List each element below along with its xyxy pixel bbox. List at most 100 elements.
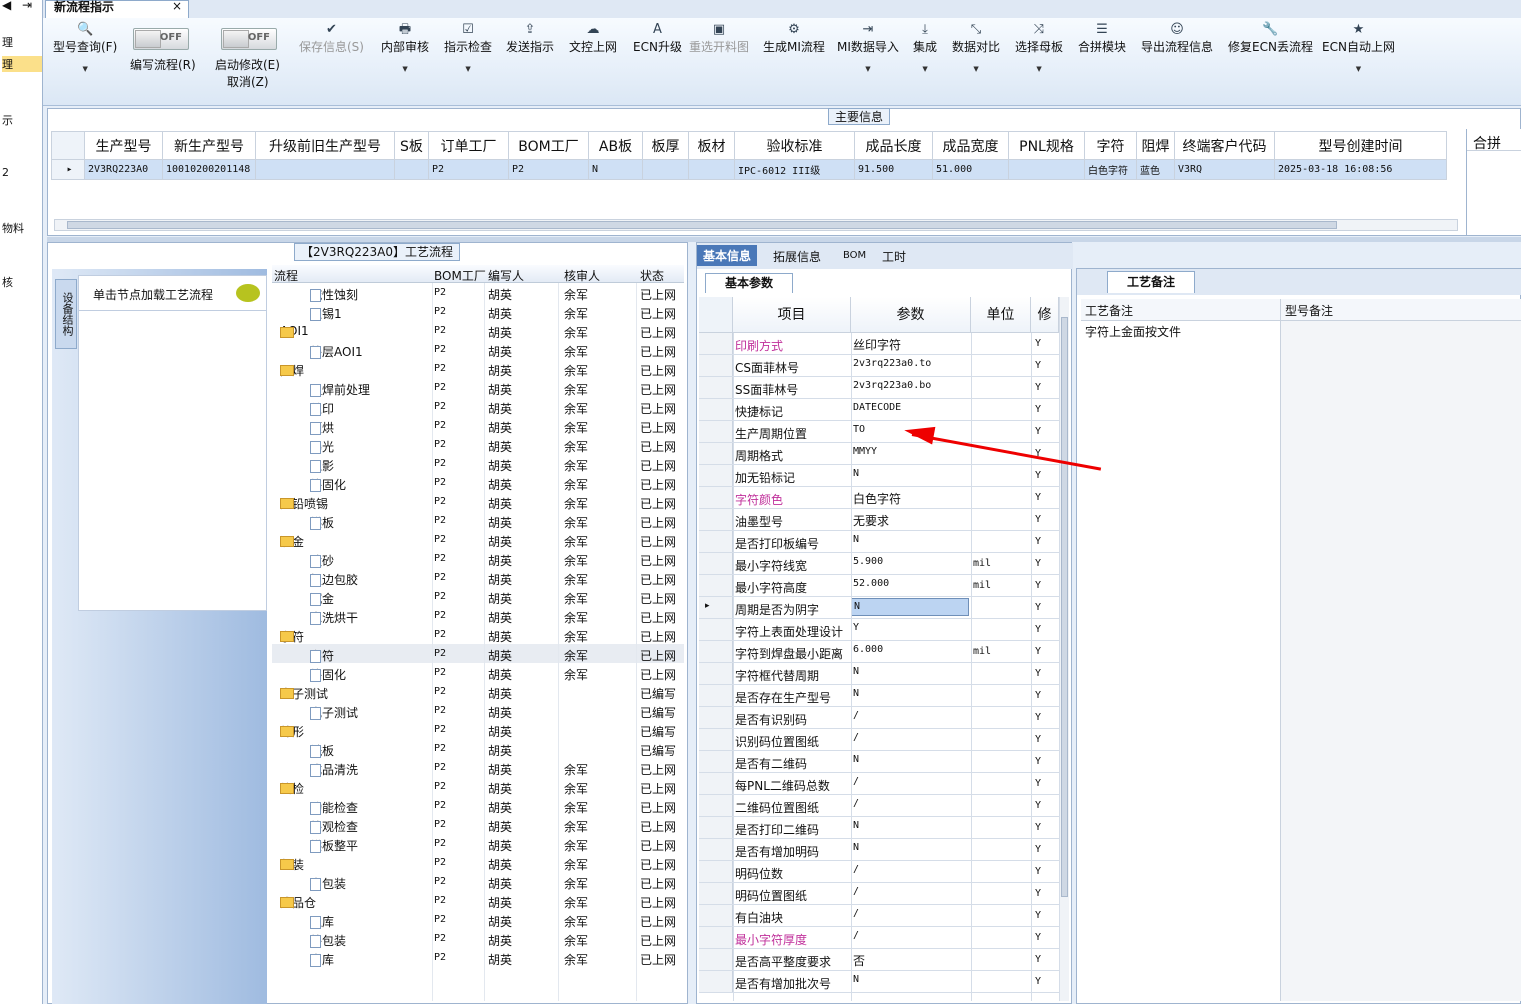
param-flag-cell[interactable]: Y bbox=[1035, 976, 1041, 987]
param-value-cell[interactable]: N bbox=[851, 752, 969, 770]
start-modify-toggle[interactable]: OFF bbox=[221, 28, 277, 50]
tree-node[interactable]: 板边包胶 bbox=[310, 571, 358, 588]
param-flag-cell[interactable]: Y bbox=[1035, 756, 1041, 767]
param-flag-cell[interactable]: Y bbox=[1035, 404, 1041, 415]
tree-row[interactable]: 外观检查 P2 胡英 余军 已上网 bbox=[272, 815, 684, 834]
param-row[interactable]: 是否打印二维码 N Y bbox=[699, 817, 1059, 839]
tree-row[interactable]: −外形 P2 胡英 已编写 bbox=[272, 720, 684, 739]
tree-row[interactable]: −电子测试 P2 胡英 已编写 bbox=[272, 682, 684, 701]
param-flag-cell[interactable]: Y bbox=[1035, 426, 1041, 437]
tree-node[interactable]: −成品仓 bbox=[280, 894, 316, 911]
param-row[interactable]: 加无铅标记 N Y bbox=[699, 465, 1059, 487]
param-value-cell[interactable]: / bbox=[851, 774, 969, 792]
table-cell[interactable]: P2 bbox=[428, 159, 509, 180]
column-header[interactable]: 新生产型号 bbox=[162, 131, 256, 160]
param-row[interactable]: 周期格式 MMYY Y bbox=[699, 443, 1059, 465]
param-value-cell[interactable]: 无要求 bbox=[851, 510, 969, 528]
horizontal-scrollbar[interactable] bbox=[54, 219, 1458, 231]
param-flag-cell[interactable]: Y bbox=[1035, 910, 1041, 921]
login-icon[interactable]: ⇥ bbox=[22, 0, 32, 12]
tree-row[interactable]: −终检 P2 胡英 余军 已上网 bbox=[272, 777, 684, 796]
tree-node[interactable]: −字符 bbox=[280, 628, 304, 645]
tab-new-process[interactable]: 新流程指示 × bbox=[45, 0, 189, 18]
table-cell[interactable]: 91.500 bbox=[854, 159, 933, 180]
close-icon[interactable]: × bbox=[172, 0, 182, 13]
ecn-auto-online-button[interactable]: ★ ECN自动上网 ▼ bbox=[1322, 22, 1395, 73]
column-header[interactable]: 板厚 bbox=[642, 131, 689, 160]
param-row[interactable]: 二维码位置图纸 / Y bbox=[699, 795, 1059, 817]
param-flag-cell[interactable]: Y bbox=[1035, 800, 1041, 811]
param-row[interactable]: 明码位数 / Y bbox=[699, 861, 1059, 883]
table-cell[interactable]: P2 bbox=[508, 159, 589, 180]
tree-node[interactable]: 成品清洗 bbox=[310, 761, 358, 778]
table-cell[interactable] bbox=[394, 159, 429, 180]
param-value-cell[interactable]: 2v3rq223a0.to bbox=[851, 356, 969, 374]
tree-row[interactable]: 功能检查 P2 胡英 余军 已上网 bbox=[272, 796, 684, 815]
param-value-cell[interactable]: N bbox=[851, 840, 969, 858]
table-cell[interactable] bbox=[1008, 159, 1085, 180]
tab-basic-info[interactable]: 基本信息 bbox=[697, 245, 758, 266]
back-icon[interactable]: ◀ bbox=[2, 0, 11, 12]
tree-row[interactable]: 显影 P2 胡英 余军 已上网 bbox=[272, 454, 684, 473]
column-header[interactable]: 修 bbox=[1031, 297, 1059, 333]
table-cell[interactable] bbox=[688, 159, 735, 180]
tree-row[interactable]: 阻焊前处理 P2 胡英 余军 已上网 bbox=[272, 378, 684, 397]
column-header[interactable]: 状态 bbox=[640, 267, 664, 284]
column-header[interactable]: 字符 bbox=[1084, 131, 1137, 160]
tree-node[interactable]: 阻焊前处理 bbox=[310, 381, 370, 398]
column-header[interactable]: 升级前旧生产型号 bbox=[255, 131, 395, 160]
tree-row[interactable]: 入库 P2 胡英 余军 已上网 bbox=[272, 910, 684, 929]
column-header[interactable]: AB板 bbox=[588, 131, 643, 160]
param-flag-cell[interactable]: Y bbox=[1035, 932, 1041, 943]
tab-extended-info[interactable]: 拓展信息 bbox=[773, 248, 821, 265]
tree-row[interactable]: 外层AOI1 P2 胡英 余军 已上网 bbox=[272, 340, 684, 359]
param-flag-cell[interactable]: Y bbox=[1035, 602, 1041, 613]
param-flag-cell[interactable]: Y bbox=[1035, 646, 1041, 657]
column-header[interactable]: 编写人 bbox=[488, 267, 524, 284]
param-row[interactable]: 最小字符厚度 / Y bbox=[699, 927, 1059, 949]
tree-row[interactable]: 终固化 P2 胡英 余军 已上网 bbox=[272, 473, 684, 492]
tab-process-notes[interactable]: 工艺备注 bbox=[1107, 271, 1195, 293]
column-header[interactable]: PNL规格 bbox=[1008, 131, 1085, 160]
table-cell[interactable]: N bbox=[588, 159, 643, 180]
cancel-button[interactable]: 取消(Z) bbox=[227, 73, 269, 90]
param-value-cell[interactable]: DATECODE bbox=[851, 400, 969, 418]
tree-row[interactable]: 预烘 P2 胡英 余军 已上网 bbox=[272, 416, 684, 435]
param-value-cell[interactable]: 2v3rq223a0.bo bbox=[851, 378, 969, 396]
tree-node[interactable]: 外包装 bbox=[310, 932, 346, 949]
tree-node[interactable]: −包装 bbox=[280, 856, 304, 873]
param-value-cell[interactable]: / bbox=[851, 906, 969, 924]
param-value-cell[interactable]: 5.900 bbox=[851, 554, 969, 572]
param-row[interactable]: 是否高平整度要求 否 Y bbox=[699, 949, 1059, 971]
param-value-cell[interactable]: N bbox=[851, 686, 969, 704]
device-structure-tab[interactable]: 设备结构 bbox=[55, 279, 77, 349]
tree-row[interactable]: 内包装 P2 胡英 余军 已上网 bbox=[272, 872, 684, 891]
tree-row[interactable]: 水洗烘干 P2 胡英 余军 已上网 bbox=[272, 606, 684, 625]
param-row[interactable]: 快捷标记 DATECODE Y bbox=[699, 399, 1059, 421]
tab-basic-params[interactable]: 基本参数 bbox=[705, 273, 793, 293]
data-compare-button[interactable]: ⤡ 数据对比 ▼ bbox=[952, 22, 1000, 73]
param-row[interactable]: SS面菲林号 2v3rq223a0.bo Y bbox=[699, 377, 1059, 399]
tree-node[interactable]: 外观检查 bbox=[310, 818, 358, 835]
load-process-hint[interactable]: 单击节点加载工艺流程 bbox=[78, 275, 267, 311]
param-row[interactable]: 每PNL二维码总数 / Y bbox=[699, 773, 1059, 795]
tree-node[interactable]: 外层AOI1 bbox=[310, 343, 363, 360]
tree-node[interactable]: 水洗烘干 bbox=[310, 609, 358, 626]
export-process-info-button[interactable]: ☺ 导出流程信息 bbox=[1141, 22, 1213, 55]
scrollbar-thumb[interactable] bbox=[1061, 317, 1068, 897]
tree-row[interactable]: −AOI1 P2 胡英 余军 已上网 bbox=[272, 321, 684, 340]
table-cell[interactable]: IPC-6012 III级 bbox=[734, 159, 855, 180]
param-row[interactable]: 最小字符线宽 5.900 mil Y bbox=[699, 553, 1059, 575]
param-row[interactable]: 是否有二维码 N Y bbox=[699, 751, 1059, 773]
param-value-cell[interactable]: / bbox=[851, 708, 969, 726]
column-header[interactable]: 订单工厂 bbox=[428, 131, 509, 160]
param-value-cell[interactable]: / bbox=[851, 796, 969, 814]
column-header[interactable]: 流程 bbox=[274, 267, 298, 284]
param-flag-cell[interactable]: Y bbox=[1035, 492, 1041, 503]
tree-row[interactable]: 烘板整平 P2 胡英 余军 已上网 bbox=[272, 834, 684, 853]
param-flag-cell[interactable]: Y bbox=[1035, 844, 1041, 855]
param-row[interactable]: 生产周期位置 TO Y bbox=[699, 421, 1059, 443]
tree-row[interactable]: 板边包胶 P2 胡英 余军 已上网 bbox=[272, 568, 684, 587]
column-header[interactable]: 参数 bbox=[851, 297, 971, 333]
left-nav-item[interactable]: 理 bbox=[2, 34, 13, 50]
